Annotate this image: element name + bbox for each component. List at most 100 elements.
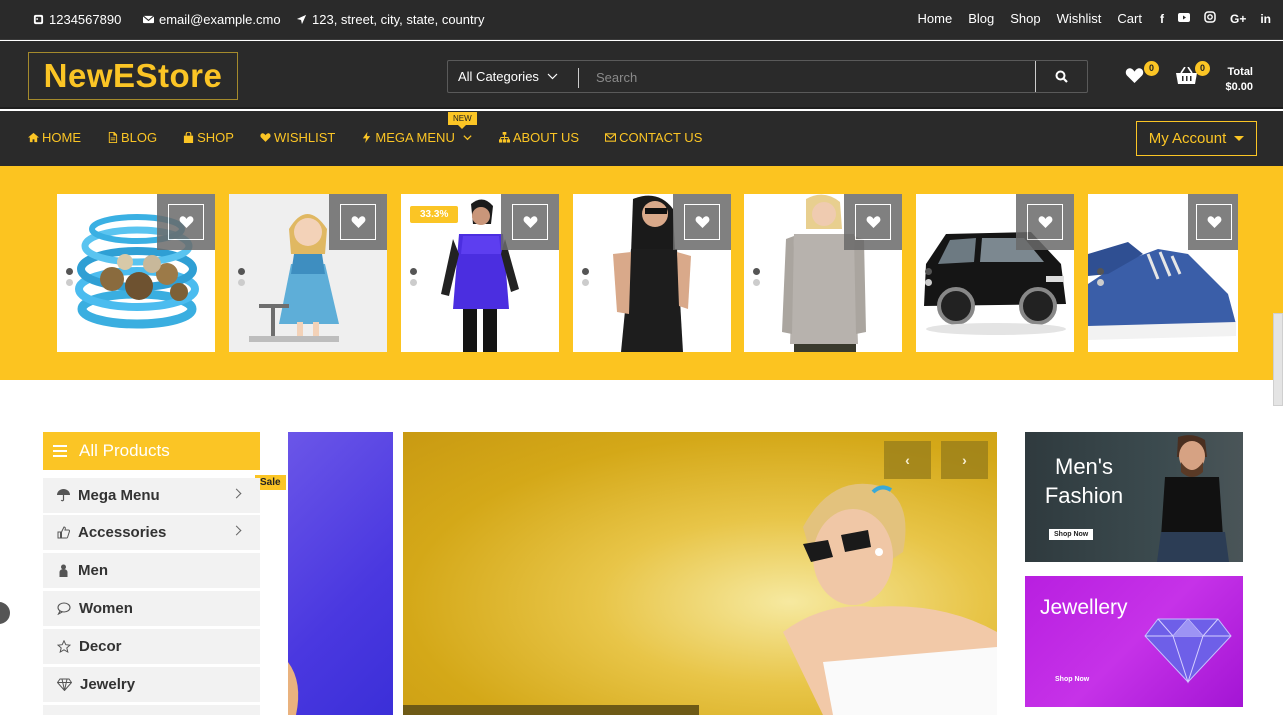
carousel-dots[interactable] (66, 268, 73, 290)
sidebar-item-label: Jewelry (80, 676, 136, 693)
sidebar-item-women[interactable]: Women (43, 591, 260, 626)
carousel-dots[interactable] (925, 268, 932, 290)
product-card-shoes[interactable] (1088, 194, 1238, 352)
carousel-dots[interactable] (1097, 268, 1104, 290)
add-to-wishlist-button[interactable] (157, 194, 215, 250)
search-icon (1055, 70, 1068, 83)
sidebar-item-jewelry[interactable]: Jewelry (43, 667, 260, 702)
cart-total: Total $0.00 (1225, 65, 1253, 95)
chevron-down-icon (547, 73, 558, 80)
site-header: NewEStore All Categories 0 0 Total $0.00 (0, 41, 1283, 109)
diamond-icon (57, 678, 72, 691)
heart-icon (179, 216, 194, 228)
store-logo[interactable]: NewEStore (28, 52, 238, 100)
nav-item-label: ABOUT US (512, 130, 580, 145)
top-link-wishlist[interactable]: Wishlist (1057, 11, 1102, 26)
page-scrollbar[interactable] (1273, 313, 1283, 406)
carousel-dots[interactable] (238, 268, 245, 290)
sidebar-item-decor[interactable]: Decor (43, 629, 260, 664)
sidebar-item-label: Mega Menu (78, 487, 160, 504)
wishlist-button[interactable]: 0 (1125, 61, 1159, 89)
bolt-icon (363, 132, 371, 143)
thumbs-up-icon (57, 526, 70, 539)
sidebar-item-label: Accessories (78, 524, 167, 541)
linkedin-icon[interactable]: in (1260, 12, 1271, 26)
nav-item-shop[interactable]: SHOP (183, 130, 234, 145)
instagram-icon[interactable] (1204, 11, 1216, 26)
heart-icon (866, 216, 881, 228)
add-to-wishlist-button[interactable] (844, 194, 902, 250)
add-to-wishlist-button[interactable] (1188, 194, 1238, 250)
add-to-wishlist-button[interactable] (1016, 194, 1074, 250)
add-to-wishlist-button[interactable] (673, 194, 731, 250)
sidebar-item-men[interactable]: Men (43, 553, 260, 588)
cart-button[interactable]: 0 (1176, 61, 1210, 90)
add-to-wishlist-button[interactable] (501, 194, 559, 250)
sidebar-item-label: Men (78, 562, 108, 579)
top-link-cart[interactable]: Cart (1117, 11, 1142, 26)
heart-icon (351, 216, 366, 228)
mens-fashion-banner[interactable]: Men's Fashion Shop Now (1025, 432, 1243, 562)
youtube-icon[interactable] (1177, 11, 1190, 26)
mens-shop-now-button[interactable]: Shop Now (1049, 529, 1094, 540)
envelope-icon (143, 15, 154, 24)
product-card-vest[interactable]: 33.3% (401, 194, 559, 352)
nav-item-home[interactable]: HOME (28, 130, 81, 145)
product-card-bracelet[interactable] (57, 194, 215, 352)
mens-fashion-title: Men's Fashion (1025, 452, 1143, 510)
search-button[interactable] (1035, 61, 1087, 92)
jewellery-shop-now-button[interactable]: Shop Now (1050, 674, 1094, 685)
product-card-black-top[interactable] (573, 194, 731, 352)
my-account-label: My Account (1148, 130, 1227, 147)
jewellery-banner[interactable]: Jewellery Shop Now (1025, 576, 1243, 707)
top-link-blog[interactable]: Blog (968, 11, 994, 26)
category-select-label: All Categories (458, 69, 539, 84)
top-link-home[interactable]: Home (918, 11, 953, 26)
jewellery-title: Jewellery (1040, 596, 1128, 619)
facebook-icon[interactable]: f (1160, 12, 1164, 26)
product-card-toy-car[interactable] (916, 194, 1074, 352)
chevron-right-icon (231, 525, 242, 536)
search-bar: All Categories (447, 60, 1088, 93)
phone-text: 1234567890 (49, 12, 122, 27)
product-card-grey-top[interactable] (744, 194, 902, 352)
main-nav-items: HOME BLOG SHOP WISHLIST MEGA MENU ABOUT … (28, 130, 702, 145)
star-icon (57, 640, 71, 653)
nav-item-blog[interactable]: BLOG (107, 130, 157, 145)
carousel-dots[interactable] (753, 268, 760, 290)
sidebar-item-label: Decor (79, 638, 122, 655)
nav-item-about-us[interactable]: ABOUT US (498, 130, 580, 145)
heart-icon (260, 133, 271, 142)
all-products-header[interactable]: All Products (43, 432, 260, 470)
banner-side-panel (288, 432, 393, 715)
nav-item-contact-us[interactable]: CONTACT US (605, 130, 702, 145)
nav-item-wishlist[interactable]: WISHLIST (260, 130, 335, 145)
category-select[interactable]: All Categories (458, 68, 579, 88)
top-info-bar: 1234567890 email@example.cmo 123, street… (0, 0, 1283, 40)
carousel-dots[interactable] (582, 268, 589, 290)
floating-help-button[interactable] (0, 602, 10, 624)
sidebar-item-more[interactable] (43, 705, 260, 715)
sidebar-item-mega-menu[interactable]: Mega Menu (43, 478, 260, 513)
google-plus-icon[interactable]: G+ (1230, 12, 1246, 26)
nav-item-mega-menu[interactable]: MEGA MENU (361, 130, 472, 145)
heart-icon (1207, 216, 1222, 228)
discount-badge: 33.3% (410, 206, 459, 223)
hero-caption (403, 705, 699, 715)
nav-item-label: BLOG (121, 130, 158, 145)
add-to-wishlist-button[interactable] (329, 194, 387, 250)
phone-info: 1234567890 (33, 12, 121, 27)
envelope-icon (605, 133, 617, 142)
search-input[interactable] (596, 66, 1026, 88)
top-links: Home Blog Shop Wishlist Cart f G+ in (918, 11, 1271, 26)
my-account-dropdown[interactable]: My Account (1136, 121, 1257, 156)
sidebar-item-accessories[interactable]: Accessories (43, 515, 260, 550)
nav-item-label: SHOP (197, 130, 234, 145)
slider-next-button[interactable]: › (941, 441, 988, 479)
product-card-doll[interactable] (229, 194, 387, 352)
main-nav: HOME BLOG SHOP WISHLIST MEGA MENU ABOUT … (0, 111, 1283, 166)
top-link-shop[interactable]: Shop (1010, 11, 1040, 26)
carousel-dots[interactable] (410, 268, 417, 290)
caret-down-icon (1234, 136, 1245, 141)
slider-prev-button[interactable]: ‹ (884, 441, 931, 479)
